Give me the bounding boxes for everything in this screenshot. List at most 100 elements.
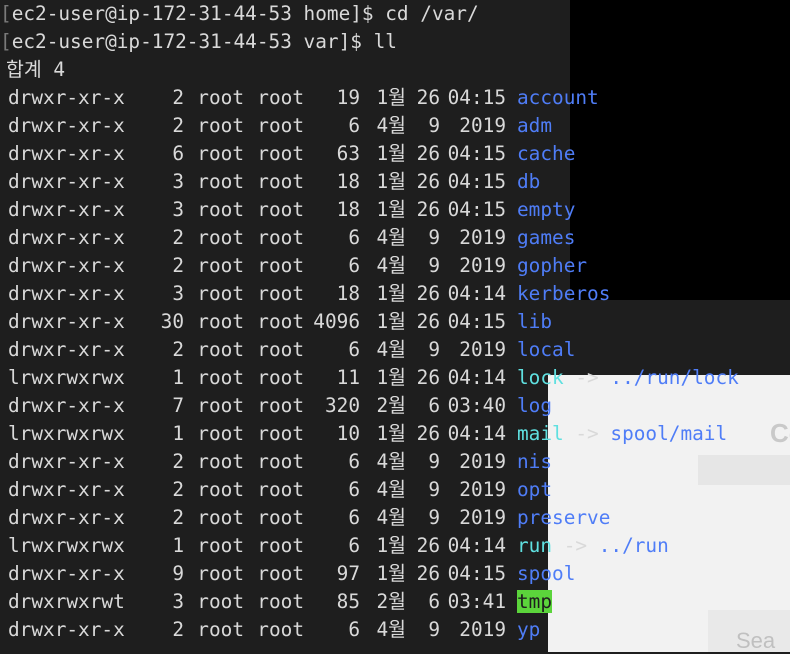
listing-owner: root xyxy=(197,142,244,165)
listing-size: 97 xyxy=(336,562,360,585)
listing-perm: drwxr-xr-x xyxy=(8,170,125,193)
listing-perm: drwxr-xr-x xyxy=(8,114,125,137)
listing-links: 2 xyxy=(172,86,184,109)
listing-time: 2019 xyxy=(459,226,506,249)
listing-row: drwxr-xr-x 2 root root 6 4월 9 2019 games xyxy=(0,224,739,252)
symlink-target: ../run xyxy=(598,534,669,557)
listing-size: 6 xyxy=(348,338,360,361)
listing-owner: root xyxy=(197,478,244,501)
listing-owner: root xyxy=(197,590,244,613)
listing-month: 4월 xyxy=(376,226,406,249)
listing-day: 9 xyxy=(428,506,440,529)
listing-name: adm xyxy=(517,114,553,137)
listing-group: root xyxy=(257,86,304,109)
directory-listing: drwxr-xr-x 2 root root 19 1월 26 04:15 account drw… xyxy=(0,84,739,644)
listing-perm: lrwxrwxrwx xyxy=(8,366,125,389)
listing-row: drwxr-xr-x 2 root root 6 4월 9 2019 preserve xyxy=(0,504,739,532)
listing-time: 04:15 xyxy=(447,142,506,165)
listing-owner: root xyxy=(197,170,244,193)
listing-perm: drwxr-xr-x xyxy=(8,198,125,221)
listing-row: drwxr-xr-x 3 root root 18 1월 26 04:15 empty xyxy=(0,196,739,224)
listing-size: 10 xyxy=(336,422,360,445)
listing-name: log xyxy=(517,394,553,417)
listing-name: local xyxy=(517,338,576,361)
listing-row: drwxr-xr-x 3 root root 18 1월 26 04:15 db xyxy=(0,168,739,196)
prompt-command: ec2-user@ip-172-31-44-53 var]$ ll xyxy=(11,30,397,53)
listing-day: 26 xyxy=(416,198,440,221)
listing-perm: drwxr-xr-x xyxy=(8,86,125,109)
total-line: 합계 4 xyxy=(6,58,66,81)
listing-perm: drwxr-xr-x xyxy=(8,394,125,417)
listing-owner: root xyxy=(197,450,244,473)
symlink-arrow: -> xyxy=(552,534,599,557)
listing-size: 6 xyxy=(348,226,360,249)
listing-day: 26 xyxy=(416,310,440,333)
listing-day: 26 xyxy=(416,422,440,445)
listing-month: 4월 xyxy=(376,450,406,473)
listing-row: drwxr-xr-x 30 root root 4096 1월 26 04:15 lib xyxy=(0,308,739,336)
listing-row: drwxr-xr-x 2 root root 6 4월 9 2019 yp xyxy=(0,616,739,644)
listing-time: 2019 xyxy=(459,114,506,137)
listing-name: opt xyxy=(517,478,553,501)
listing-size: 63 xyxy=(336,142,360,165)
symlink-arrow: -> xyxy=(563,422,611,445)
listing-month: 1월 xyxy=(376,198,406,221)
listing-row: drwxr-xr-x 7 root root 320 2월 6 03:40 log xyxy=(0,392,739,420)
listing-time: 2019 xyxy=(459,338,506,361)
listing-month: 4월 xyxy=(376,478,406,501)
listing-day: 26 xyxy=(416,562,440,585)
listing-links: 6 xyxy=(172,142,184,165)
listing-owner: root xyxy=(197,422,244,445)
listing-month: 1월 xyxy=(376,534,406,557)
listing-day: 9 xyxy=(428,338,440,361)
listing-links: 2 xyxy=(172,114,184,137)
listing-time: 04:15 xyxy=(447,198,506,221)
listing-group: root xyxy=(257,450,304,473)
listing-size: 6 xyxy=(348,506,360,529)
listing-day: 6 xyxy=(428,590,440,613)
listing-size: 6 xyxy=(348,254,360,277)
listing-group: root xyxy=(257,534,304,557)
listing-time: 04:15 xyxy=(447,562,506,585)
listing-month: 4월 xyxy=(376,506,406,529)
listing-name: db xyxy=(517,170,541,193)
listing-month: 1월 xyxy=(376,86,406,109)
terminal-output[interactable]: [ ec2-user@ip-172-31-44-53 home]$ cd /var… xyxy=(0,0,739,644)
listing-name: cache xyxy=(517,142,576,165)
listing-group: root xyxy=(257,226,304,249)
listing-perm: drwxrwxrwt xyxy=(8,590,125,613)
listing-links: 7 xyxy=(172,394,184,417)
listing-time: 2019 xyxy=(459,506,506,529)
listing-month: 1월 xyxy=(376,282,406,305)
listing-links: 2 xyxy=(172,618,184,641)
prompt-bracket: [ xyxy=(0,30,12,53)
listing-month: 1월 xyxy=(376,366,406,389)
listing-links: 3 xyxy=(172,170,184,193)
listing-name: run xyxy=(517,534,553,557)
listing-time: 2019 xyxy=(459,618,506,641)
listing-links: 2 xyxy=(172,450,184,473)
listing-day: 26 xyxy=(416,86,440,109)
listing-size: 320 xyxy=(324,394,360,417)
symlink-arrow: -> xyxy=(563,366,611,389)
listing-row: drwxr-xr-x 2 root root 6 4월 9 2019 nis xyxy=(0,448,739,476)
listing-name: yp xyxy=(517,618,541,641)
listing-owner: root xyxy=(197,506,244,529)
listing-size: 4096 xyxy=(313,310,360,333)
prompt-line: [ec2-user@ip-172-31-44-53 home]$ cd /var… xyxy=(0,0,739,28)
background-window-text: Co xyxy=(770,418,790,448)
listing-perm: drwxr-xr-x xyxy=(8,282,125,305)
listing-links: 1 xyxy=(172,422,184,445)
listing-size: 18 xyxy=(336,170,360,193)
listing-links: 2 xyxy=(172,478,184,501)
listing-month: 2월 xyxy=(376,590,406,613)
listing-links: 2 xyxy=(172,226,184,249)
listing-row: drwxrwxrwt 3 root root 85 2월 6 03:41 tmp xyxy=(0,588,739,616)
listing-group: root xyxy=(257,282,304,305)
background-window-text: Sea xyxy=(736,628,776,653)
listing-name: games xyxy=(517,226,576,249)
listing-day: 9 xyxy=(428,254,440,277)
listing-name: empty xyxy=(517,198,576,221)
listing-perm: drwxr-xr-x xyxy=(8,338,125,361)
prompt-command: ec2-user@ip-172-31-44-53 home]$ cd /var/ xyxy=(11,2,479,25)
